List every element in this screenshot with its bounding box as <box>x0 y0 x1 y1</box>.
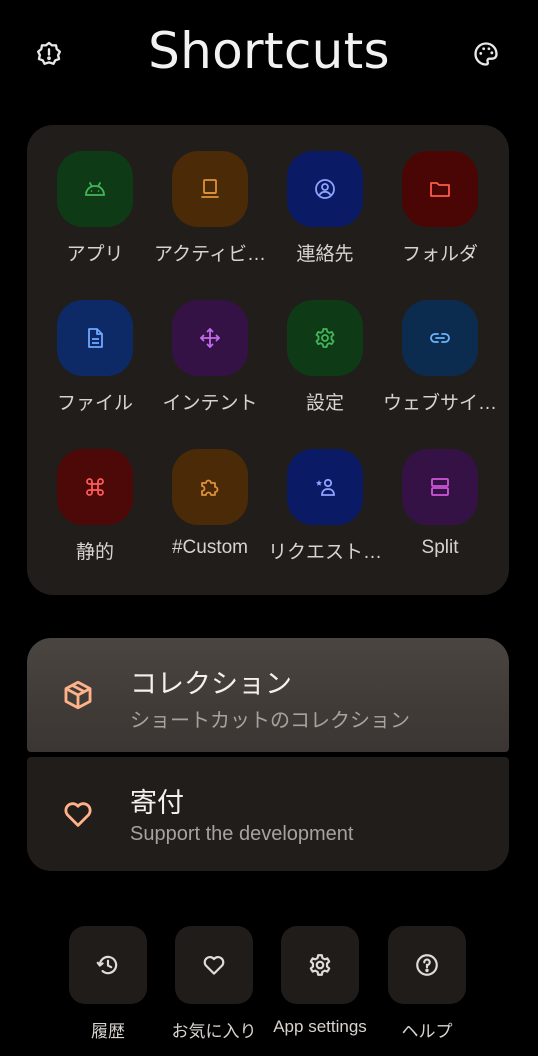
tile-settings[interactable]: 設定 <box>267 300 382 430</box>
donate-icon-wrap <box>59 795 97 833</box>
history-button[interactable] <box>69 926 147 1004</box>
collection-item[interactable]: コレクション ショートカットのコレクション <box>27 638 509 752</box>
tile-activity-icon-bg <box>172 151 248 227</box>
tile-file[interactable]: ファイル <box>37 300 152 430</box>
tile-activity-label: アクティビ… <box>154 244 266 265</box>
favorites-button[interactable] <box>175 926 253 1004</box>
android-icon <box>85 182 105 196</box>
theme-button[interactable] <box>468 36 504 72</box>
tile-activity[interactable]: アクティビ… <box>152 151 267 281</box>
donate-title: 寄付 <box>130 788 184 818</box>
tile-settings-icon-bg <box>287 300 363 376</box>
help-icon <box>416 954 438 976</box>
activity-icon <box>201 179 219 198</box>
palette-icon <box>474 42 498 66</box>
tile-contact-icon-bg <box>287 151 363 227</box>
history-icon <box>96 955 118 975</box>
tile-folder-icon-bg <box>402 151 478 227</box>
person-star-icon <box>316 478 335 496</box>
page-title: Shortcuts <box>148 22 390 80</box>
tile-website-icon-bg <box>402 300 478 376</box>
tile-intent[interactable]: インテント <box>152 300 267 430</box>
collection-icon-wrap <box>59 676 97 714</box>
tile-request-label: リクエスト… <box>267 542 382 563</box>
shortcut-type-grid: アプリ アクティビ… 連絡先 フォルダ ファイル インテント 設定 ウェブサイ…… <box>27 125 509 595</box>
tile-folder-label: フォルダ <box>401 244 478 265</box>
settings-icon <box>315 328 335 348</box>
tile-custom-label: #Custom <box>171 537 249 558</box>
tile-intent-label: インテント <box>162 393 258 414</box>
box-icon <box>64 680 92 710</box>
tile-website[interactable]: ウェブサイ… <box>382 300 497 430</box>
puzzle-icon <box>201 479 219 496</box>
tile-folder[interactable]: フォルダ <box>382 151 497 281</box>
tile-intent-icon-bg <box>172 300 248 376</box>
tile-app-icon-bg <box>57 151 133 227</box>
tile-split[interactable]: Split <box>382 449 497 579</box>
tile-app-label: アプリ <box>66 244 124 265</box>
tile-static[interactable]: 静的 <box>37 449 152 579</box>
collection-subtitle: ショートカットのコレクション <box>130 710 410 732</box>
tile-settings-label: 設定 <box>305 393 344 414</box>
link-icon <box>430 333 450 343</box>
tile-request-icon-bg <box>287 449 363 525</box>
tile-website-label: ウェブサイ… <box>382 393 497 414</box>
command-icon <box>86 478 104 496</box>
heart-outline-icon <box>203 956 225 975</box>
tile-split-icon-bg <box>402 449 478 525</box>
tile-custom-icon-bg <box>172 449 248 525</box>
tile-static-label: 静的 <box>75 542 114 563</box>
help-button[interactable] <box>388 926 466 1004</box>
tile-app[interactable]: アプリ <box>37 151 152 281</box>
tile-file-label: ファイル <box>56 393 133 414</box>
tile-split-label: Split <box>421 537 459 558</box>
collection-title: コレクション <box>130 669 292 699</box>
donate-item[interactable]: 寄付 Support the development <box>27 757 509 871</box>
tile-file-icon-bg <box>57 300 133 376</box>
gear-icon <box>309 954 331 976</box>
split-icon <box>431 478 449 496</box>
tile-contact[interactable]: 連絡先 <box>267 151 382 281</box>
app-settings-button[interactable] <box>281 926 359 1004</box>
tile-static-icon-bg <box>57 449 133 525</box>
intent-icon <box>200 328 220 348</box>
contact-icon <box>315 179 335 199</box>
donate-subtitle: Support the development <box>130 823 354 845</box>
tile-contact-label: 連絡先 <box>296 244 354 265</box>
folder-icon <box>430 182 450 197</box>
file-icon <box>88 328 103 348</box>
heart-icon <box>64 802 92 827</box>
help-label: ヘルプ <box>401 1022 453 1041</box>
tile-request[interactable]: リクエスト… <box>267 449 382 579</box>
tile-custom[interactable]: #Custom <box>152 449 267 579</box>
